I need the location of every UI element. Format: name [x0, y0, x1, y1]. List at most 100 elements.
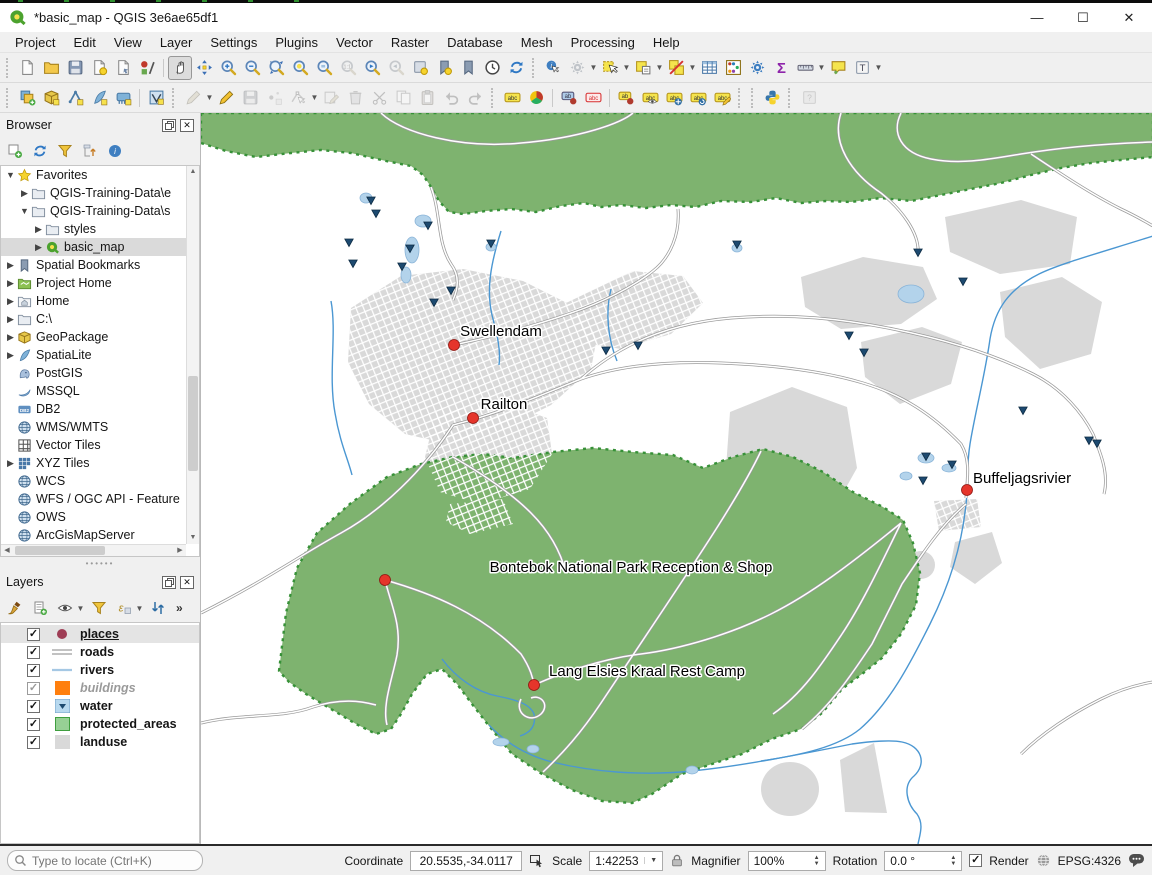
- toolbar-grip[interactable]: [491, 88, 496, 108]
- tree-item-postgis[interactable]: PostGIS: [1, 364, 199, 382]
- vertex-tool-button[interactable]: [286, 86, 310, 110]
- tree-item-styles[interactable]: ▶styles: [1, 220, 199, 238]
- plugin-help-button[interactable]: ?: [797, 86, 821, 110]
- new-shapefile-layer-button[interactable]: [63, 86, 87, 110]
- dropdown-caret-icon[interactable]: ▼: [205, 93, 214, 102]
- menu-vector[interactable]: Vector: [327, 33, 382, 52]
- modify-attributes-button[interactable]: [319, 86, 343, 110]
- layers-close-button[interactable]: ✕: [180, 576, 194, 589]
- render-checkbox[interactable]: ✓: [969, 854, 982, 867]
- toolbar-grip[interactable]: [6, 58, 11, 78]
- menu-plugins[interactable]: Plugins: [266, 33, 327, 52]
- add-selected-layers-button[interactable]: [4, 140, 26, 162]
- toolbar-grip[interactable]: [6, 88, 11, 108]
- toolbar-grip[interactable]: [172, 88, 177, 108]
- messages-icon[interactable]: [1128, 853, 1145, 868]
- locator-search[interactable]: [7, 850, 203, 871]
- temporal-controller-button[interactable]: [480, 56, 504, 80]
- tree-item-mssql[interactable]: MSSQL: [1, 382, 199, 400]
- dropdown-caret-icon[interactable]: ▼: [589, 63, 598, 72]
- spinner-arrows-icon[interactable]: ▲▼: [814, 855, 820, 867]
- manage-map-themes-button[interactable]: [54, 597, 76, 619]
- panel-splitter[interactable]: [0, 557, 200, 570]
- layer-checkbox[interactable]: ✓: [27, 646, 40, 659]
- browser-float-button[interactable]: [162, 119, 176, 132]
- field-calculator-button[interactable]: [721, 56, 745, 80]
- tree-item-xyz-tiles[interactable]: ▶XYZ Tiles: [1, 454, 199, 472]
- layer-checkbox[interactable]: ✓: [27, 682, 40, 695]
- change-label-properties-button[interactable]: [710, 86, 734, 110]
- add-group-button[interactable]: [29, 597, 51, 619]
- dropdown-caret-icon[interactable]: ▼: [874, 63, 883, 72]
- zoom-out-button[interactable]: [240, 56, 264, 80]
- layer-row-landuse[interactable]: ✓ landuse: [1, 733, 199, 751]
- map-canvas[interactable]: Swellendam Railton Buffeljagsrivier Bont…: [200, 113, 1152, 844]
- layer-checkbox[interactable]: ✓: [27, 718, 40, 731]
- lock-icon[interactable]: [670, 853, 684, 868]
- dropdown-caret-icon[interactable]: ▼: [622, 63, 631, 72]
- new-print-layout-button[interactable]: [87, 56, 111, 80]
- layer-checkbox[interactable]: ✓: [27, 664, 40, 677]
- open-layer-styling-button[interactable]: [4, 597, 26, 619]
- close-button[interactable]: ✕: [1106, 3, 1152, 32]
- style-manager-button[interactable]: [135, 56, 159, 80]
- menu-layer[interactable]: Layer: [151, 33, 202, 52]
- tree-item-vector-tiles[interactable]: Vector Tiles: [1, 436, 199, 454]
- dropdown-caret-icon[interactable]: ▼: [76, 604, 85, 613]
- show-bookmark-manager-button[interactable]: [456, 56, 480, 80]
- layer-labeling-options-button[interactable]: [500, 86, 524, 110]
- add-point-feature-button[interactable]: [262, 86, 286, 110]
- crs-globe-icon[interactable]: [1036, 853, 1051, 868]
- layers-toolbar-overflow[interactable]: »: [176, 601, 183, 615]
- tree-item-favorites[interactable]: ▼Favorites: [1, 166, 199, 184]
- menu-edit[interactable]: Edit: [64, 33, 104, 52]
- filter-browser-button[interactable]: [54, 140, 76, 162]
- menu-project[interactable]: Project: [6, 33, 64, 52]
- new-spatial-bookmark-button[interactable]: [408, 56, 432, 80]
- rotation-spinbox[interactable]: 0.0 °▲▼: [884, 851, 962, 871]
- layer-row-places[interactable]: ✓ places: [1, 625, 199, 643]
- new-project-button[interactable]: [15, 56, 39, 80]
- open-attribute-table-button[interactable]: [697, 56, 721, 80]
- select-features-button[interactable]: [598, 56, 622, 80]
- data-source-manager-button[interactable]: [15, 86, 39, 110]
- show-hide-labels-button[interactable]: [638, 86, 662, 110]
- browser-close-button[interactable]: ✕: [180, 119, 194, 132]
- locate-input[interactable]: [7, 850, 203, 871]
- layer-checkbox[interactable]: ✓: [27, 736, 40, 749]
- dropdown-caret-icon[interactable]: ▼: [817, 63, 826, 72]
- layer-diagram-options-button[interactable]: [524, 86, 548, 110]
- expand-collapse-all-button[interactable]: [147, 597, 169, 619]
- dropdown-caret-icon[interactable]: ▼: [135, 604, 144, 613]
- redo-button[interactable]: [463, 86, 487, 110]
- zoom-in-button[interactable]: [216, 56, 240, 80]
- layer-checkbox[interactable]: ✓: [27, 700, 40, 713]
- tree-item-basic-map[interactable]: ▶basic_map: [1, 238, 199, 256]
- show-spatial-bookmarks-button[interactable]: [432, 56, 456, 80]
- toolbar-grip[interactable]: [738, 88, 743, 108]
- zoom-last-button[interactable]: [360, 56, 384, 80]
- current-edits-button[interactable]: [181, 86, 205, 110]
- toggle-unplaced-labels-button[interactable]: abc: [581, 86, 605, 110]
- menu-database[interactable]: Database: [438, 33, 512, 52]
- tree-item-wfs[interactable]: WFS / OGC API - Feature: [1, 490, 199, 508]
- save-layer-edits-button[interactable]: [238, 86, 262, 110]
- tree-item-wms-wmts[interactable]: WMS/WMTS: [1, 418, 199, 436]
- filter-legend-button[interactable]: [88, 597, 110, 619]
- pan-to-selection-button[interactable]: [192, 56, 216, 80]
- toolbar-grip[interactable]: [532, 58, 537, 78]
- new-virtual-layer-button[interactable]: [144, 86, 168, 110]
- zoom-to-selection-button[interactable]: [288, 56, 312, 80]
- pin-unpin-labels-button[interactable]: ab: [614, 86, 638, 110]
- toolbar-grip[interactable]: [751, 88, 756, 108]
- layer-checkbox[interactable]: ✓: [27, 628, 40, 641]
- menu-mesh[interactable]: Mesh: [512, 33, 562, 52]
- refresh-browser-button[interactable]: [29, 140, 51, 162]
- tree-item-db2[interactable]: DB2DB2: [1, 400, 199, 418]
- chevron-down-icon[interactable]: ▼: [644, 857, 657, 864]
- toolbar-grip[interactable]: [788, 88, 793, 108]
- python-console-button[interactable]: [760, 86, 784, 110]
- layer-row-rivers[interactable]: ✓ rivers: [1, 661, 199, 679]
- coordinate-value-box[interactable]: 20.5535,-34.0117: [410, 851, 522, 871]
- tree-item-home[interactable]: ▶Home: [1, 292, 199, 310]
